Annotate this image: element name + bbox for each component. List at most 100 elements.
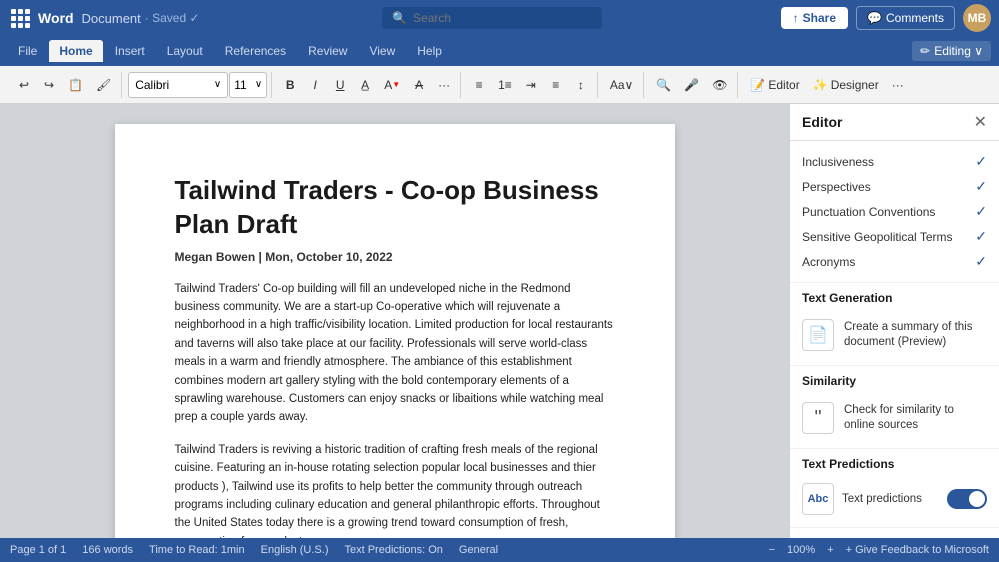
check-punctuation[interactable]: Punctuation Conventions ✓ bbox=[802, 199, 987, 224]
editor-toolbar-button[interactable]: 📝 Editor bbox=[744, 72, 805, 98]
check-inclusiveness[interactable]: Inclusiveness ✓ bbox=[802, 149, 987, 174]
app-name: Word bbox=[38, 10, 74, 26]
document-page: Tailwind Traders - Co-op Business Plan D… bbox=[115, 124, 675, 538]
check-icon-geopolitical: ✓ bbox=[975, 228, 987, 245]
font-size-chevron: ∨ bbox=[255, 79, 262, 90]
dictate-button[interactable]: 🎤 bbox=[678, 72, 705, 98]
summary-label: Create a summary of this document (Previ… bbox=[844, 320, 987, 350]
status-focus: General bbox=[459, 544, 498, 556]
similarity-icon: " bbox=[802, 402, 834, 434]
undo-button[interactable]: ↩ bbox=[12, 72, 36, 98]
editor-close-button[interactable]: ✕ bbox=[974, 112, 987, 132]
line-spacing-button[interactable]: ↕ bbox=[569, 72, 593, 98]
font-color-button[interactable]: A▼ bbox=[378, 72, 406, 98]
italic-button[interactable]: I bbox=[303, 72, 327, 98]
find-button[interactable]: 🔍 bbox=[650, 72, 677, 98]
status-language: English (U.S.) bbox=[261, 544, 329, 556]
tab-file[interactable]: File bbox=[8, 40, 47, 62]
font-family-select[interactable]: Calibri ∨ bbox=[128, 72, 228, 98]
clipboard-button[interactable]: 📋 bbox=[62, 72, 89, 98]
predictions-label: Text predictions bbox=[842, 492, 922, 507]
zoom-plus[interactable]: + bbox=[827, 544, 833, 556]
similarity-feature[interactable]: " Check for similarity to online sources bbox=[802, 396, 987, 440]
search-icon: 🔍 bbox=[392, 11, 407, 25]
document-paragraph-2[interactable]: Tailwind Traders is reviving a historic … bbox=[175, 441, 615, 538]
status-bar: Page 1 of 1 166 words Time to Read: 1min… bbox=[0, 538, 999, 562]
tab-help[interactable]: Help bbox=[407, 40, 452, 62]
search-input[interactable] bbox=[413, 11, 583, 25]
indent-button[interactable]: ⇥ bbox=[519, 72, 543, 98]
search-box[interactable]: 🔍 bbox=[382, 7, 602, 29]
text-predictions-title: Text Predictions bbox=[802, 457, 987, 471]
status-textpredictions: Text Predictions: On bbox=[344, 544, 442, 556]
zoom-level: 100% bbox=[787, 544, 815, 556]
document-area[interactable]: Tailwind Traders - Co-op Business Plan D… bbox=[0, 104, 789, 538]
text-predictions-toggle-row: Abc Text predictions bbox=[802, 479, 987, 519]
tab-home[interactable]: Home bbox=[49, 40, 102, 62]
main-content: Tailwind Traders - Co-op Business Plan D… bbox=[0, 104, 999, 538]
text-generation-section: Text Generation 📄 Create a summary of th… bbox=[790, 283, 999, 366]
align-button[interactable]: ≡ bbox=[544, 72, 568, 98]
more-toolbar-button[interactable]: ··· bbox=[886, 72, 910, 98]
waffle-icon[interactable] bbox=[8, 6, 32, 30]
check-icon-acronyms: ✓ bbox=[975, 253, 987, 270]
font-family-chevron: ∨ bbox=[214, 79, 221, 90]
underline-button[interactable]: U bbox=[328, 72, 352, 98]
check-icon-inclusiveness: ✓ bbox=[975, 153, 987, 170]
designer-toolbar-button[interactable]: ✨ Designer bbox=[807, 72, 885, 98]
check-icon-perspectives: ✓ bbox=[975, 178, 987, 195]
tab-insert[interactable]: Insert bbox=[105, 40, 155, 62]
format-painter-button[interactable]: 🖌 bbox=[90, 72, 117, 98]
comments-button[interactable]: 💬 Comments bbox=[856, 6, 955, 30]
comments-icon: 💬 bbox=[867, 11, 882, 25]
avatar[interactable]: MB bbox=[963, 4, 991, 32]
toolbar-format-group: B I U A̲ A▼ A ··· bbox=[274, 72, 461, 98]
editor-panel: Editor ✕ Inclusiveness ✓ Perspectives ✓ … bbox=[789, 104, 999, 538]
more-format-button[interactable]: ··· bbox=[432, 72, 456, 98]
bold-button[interactable]: B bbox=[278, 72, 302, 98]
document-paragraph-1[interactable]: Tailwind Traders' Co-op building will fi… bbox=[175, 280, 615, 427]
summary-icon: 📄 bbox=[802, 319, 834, 351]
toolbar-editor-group: 📝 Editor ✨ Designer ··· bbox=[740, 72, 913, 98]
toolbar-undo-group: ↩ ↪ 📋 🖌 bbox=[8, 72, 122, 98]
doc-name: Document bbox=[82, 11, 141, 26]
toggle-knob bbox=[969, 491, 985, 507]
ribbon-tabs: File Home Insert Layout References Revie… bbox=[0, 36, 999, 66]
predictions-icon: Abc bbox=[802, 483, 834, 515]
view-options-button[interactable]: 👁 bbox=[706, 72, 733, 98]
similarity-title: Similarity bbox=[802, 374, 987, 388]
share-button[interactable]: ↑ Share bbox=[781, 7, 848, 29]
similarity-section: Similarity " Check for similarity to onl… bbox=[790, 366, 999, 449]
tab-review[interactable]: Review bbox=[298, 40, 357, 62]
designer-icon: ✨ bbox=[813, 78, 828, 92]
tab-layout[interactable]: Layout bbox=[157, 40, 213, 62]
insights-section: Insights 📊 Document stats bbox=[790, 528, 999, 538]
font-size-select[interactable]: 11 ∨ bbox=[229, 72, 267, 98]
check-perspectives[interactable]: Perspectives ✓ bbox=[802, 174, 987, 199]
numbering-button[interactable]: 1≡ bbox=[492, 72, 518, 98]
highlight-button[interactable]: A̲ bbox=[353, 72, 377, 98]
strikethrough-button[interactable]: A bbox=[407, 72, 431, 98]
toolbar-font-group: Calibri ∨ 11 ∨ bbox=[124, 72, 272, 98]
text-predictions-toggle[interactable] bbox=[947, 489, 987, 509]
similarity-label: Check for similarity to online sources bbox=[844, 403, 987, 433]
redo-button[interactable]: ↪ bbox=[37, 72, 61, 98]
tab-view[interactable]: View bbox=[359, 40, 405, 62]
document-title: Tailwind Traders - Co-op Business Plan D… bbox=[175, 174, 615, 242]
editing-button[interactable]: ✏ Editing ∨ bbox=[912, 41, 991, 61]
feedback-link[interactable]: + Give Feedback to Microsoft bbox=[846, 544, 989, 556]
toolbar-styles-group: Aa∨ bbox=[600, 72, 644, 98]
title-bar: Word Document · Saved ✓ 🔍 ↑ Share 💬 Comm… bbox=[0, 0, 999, 36]
tab-references[interactable]: References bbox=[215, 40, 296, 62]
check-icon-punctuation: ✓ bbox=[975, 203, 987, 220]
text-predictions-section: Text Predictions Abc Text predictions bbox=[790, 449, 999, 528]
zoom-minus[interactable]: − bbox=[769, 544, 775, 556]
saved-badge: · Saved ✓ bbox=[145, 11, 200, 25]
status-words: 166 words bbox=[82, 544, 133, 556]
summary-feature[interactable]: 📄 Create a summary of this document (Pre… bbox=[802, 313, 987, 357]
toolbar: ↩ ↪ 📋 🖌 Calibri ∨ 11 ∨ B I U A̲ A▼ A ···… bbox=[0, 66, 999, 104]
styles-button[interactable]: Aa∨ bbox=[604, 72, 639, 98]
bullets-button[interactable]: ≡ bbox=[467, 72, 491, 98]
check-geopolitical[interactable]: Sensitive Geopolitical Terms ✓ bbox=[802, 224, 987, 249]
check-acronyms[interactable]: Acronyms ✓ bbox=[802, 249, 987, 274]
